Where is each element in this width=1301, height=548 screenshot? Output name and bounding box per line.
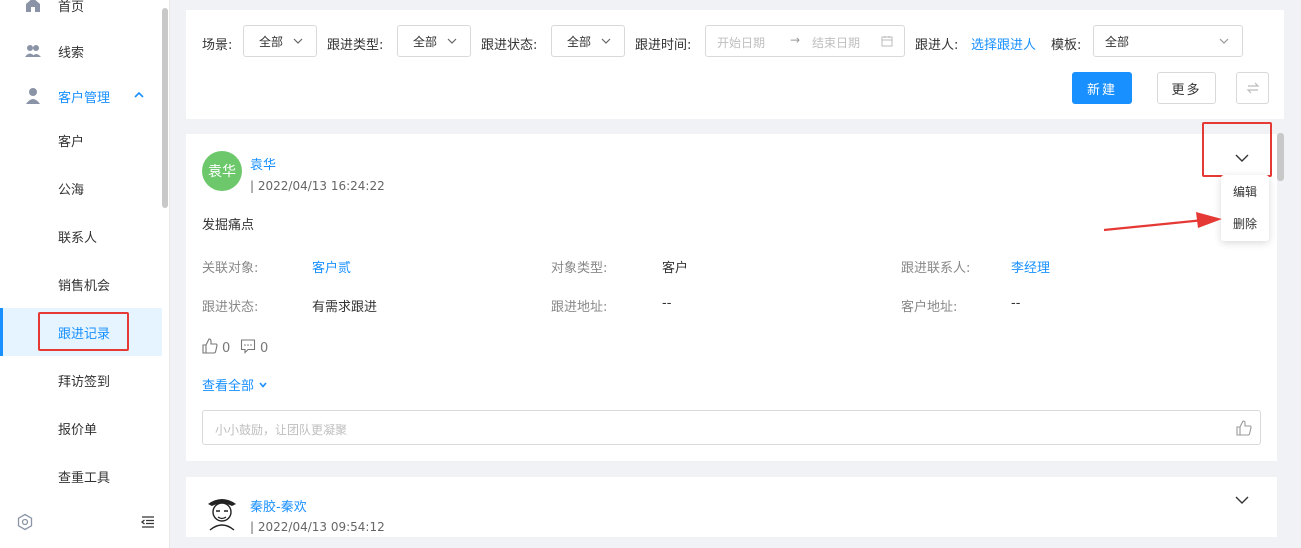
end-date-input[interactable]: 结束日期 [812,34,860,51]
record-content: 发掘痛点 [202,218,255,233]
sidebar-subitem-label: 公海 [58,182,85,198]
chevron-up-icon [134,90,144,103]
object-type-value: 客户 [662,261,689,276]
related-object-link[interactable]: 客户贰 [312,257,351,276]
sidebar-item-leads[interactable]: 线索 [0,28,162,74]
time-label: 跟进时间: [635,38,692,53]
highlight-box-actions [1202,122,1272,177]
sidebar-item-label: 客户管理 [58,90,111,106]
comment-button[interactable]: 0 [240,338,268,358]
view-all-label: 查看全部 [202,379,255,394]
sidebar-subitem-contacts[interactable]: 联系人 [0,212,162,260]
type-label: 跟进类型: [327,38,384,53]
customer-address-value: -- [1011,296,1021,311]
sidebar-subitem-label: 联系人 [58,230,98,246]
date-range-picker[interactable]: 开始日期 → 结束日期 [705,25,905,57]
sidebar-subitem-label: 报价单 [58,422,98,438]
sidebar: 首页 线索 客户管理 客户 公海 联系人 销售机会 跟进记录 拜访签到 报价单 … [0,0,170,548]
chevron-down-icon [258,379,268,394]
template-label: 模板: [1051,38,1082,53]
comment-input[interactable]: 小小鼓励，让团队更凝聚 [202,410,1261,445]
thumbs-up-icon [202,338,218,358]
view-all-link[interactable]: 查看全部 [202,375,268,394]
calendar-icon [881,35,893,51]
scene-label: 场景: [202,38,233,53]
chevron-down-icon [600,35,612,47]
users-icon [24,42,42,60]
follow-status-value: 有需求跟进 [312,300,378,315]
thumbs-up-icon[interactable] [1236,420,1252,436]
gear-icon[interactable] [16,513,34,531]
object-type-label: 对象类型: [551,261,608,276]
template-select-value: 全部 [1105,34,1130,49]
customer-address-label: 客户地址: [901,300,958,315]
sidebar-item-customer-management[interactable]: 客户管理 [0,73,162,119]
edit-menu-item[interactable]: 编辑 [1221,183,1269,200]
contact-link[interactable]: 李经理 [1011,257,1050,276]
chevron-down-icon [446,35,458,47]
sidebar-subitem-visit-checkin[interactable]: 拜访签到 [0,356,162,404]
comment-count: 0 [260,340,269,356]
follow-address-label: 跟进地址: [551,300,608,315]
sidebar-subitem-opportunities[interactable]: 销售机会 [0,260,162,308]
comment-placeholder: 小小鼓励，让团队更凝聚 [215,423,348,437]
status-label: 跟进状态: [481,38,538,53]
sidebar-subitem-quotation[interactable]: 报价单 [0,404,162,452]
record-author-link[interactable]: 秦胶-秦欢 [250,496,307,515]
status-select[interactable]: 全部 [551,25,625,57]
avatar: 袁华 [202,151,242,191]
home-icon [24,0,42,14]
type-select-value: 全部 [413,34,438,49]
record-timestamp: | 2022/04/13 16:24:22 [250,179,385,193]
chevron-down-icon [292,35,304,47]
follow-status-label: 跟进状态: [202,300,259,315]
related-object-label: 关联对象: [202,261,259,276]
like-count: 0 [222,340,231,356]
sidebar-item-label: 线索 [58,45,85,61]
contact-label: 跟进联系人: [901,261,971,276]
avatar [202,492,242,532]
start-date-input[interactable]: 开始日期 [717,34,765,51]
record-author-link[interactable]: 袁华 [250,154,276,173]
more-button[interactable]: 更多 [1157,72,1216,104]
chevron-down-icon [1218,35,1230,47]
select-follower-link[interactable]: 选择跟进人 [971,34,1036,53]
sidebar-subitem-label: 销售机会 [58,278,111,294]
comment-icon [240,338,256,358]
follow-address-value: -- [662,296,672,311]
record-timestamp: | 2022/04/13 09:54:12 [250,520,385,534]
sidebar-item-home[interactable]: 首页 [0,0,162,28]
scene-select[interactable]: 全部 [243,25,317,57]
new-button[interactable]: 新建 [1072,72,1132,104]
main-scrollbar[interactable] [1277,133,1284,181]
arrow-right-icon: → [790,33,801,47]
sidebar-scrollbar[interactable] [162,8,168,208]
like-button[interactable]: 0 [202,338,230,358]
sidebar-subitem-customer[interactable]: 客户 [0,116,162,164]
collapse-menu-icon[interactable] [140,514,156,530]
type-select[interactable]: 全部 [397,25,471,57]
status-select-value: 全部 [567,34,592,49]
scene-select-value: 全部 [259,34,284,49]
sidebar-subitem-duplicate-check[interactable]: 查重工具 [0,452,162,500]
sidebar-item-label: 首页 [58,0,85,15]
chevron-down-icon[interactable] [1234,492,1250,508]
red-arrow-icon [1103,212,1222,232]
highlight-box-sidebar [38,312,129,351]
sidebar-subitem-public-pool[interactable]: 公海 [0,164,162,212]
sidebar-subitem-label: 查重工具 [58,470,111,486]
follower-label: 跟进人: [915,38,959,53]
swap-icon[interactable] [1236,72,1269,104]
user-icon [24,87,42,105]
template-select[interactable]: 全部 [1093,25,1243,57]
sidebar-subitem-label: 客户 [58,134,85,150]
sidebar-subitem-label: 拜访签到 [58,374,111,390]
